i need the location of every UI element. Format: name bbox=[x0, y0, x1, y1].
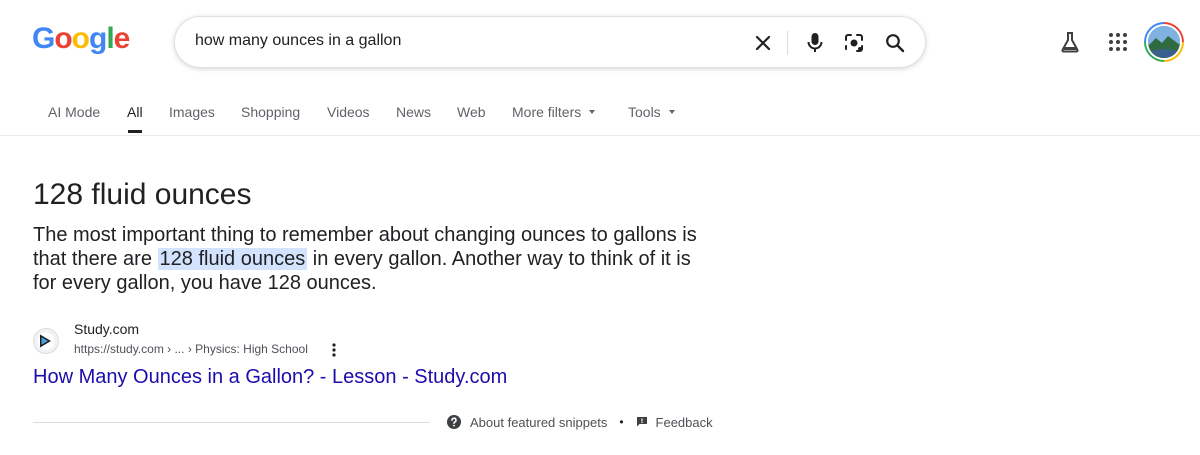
source-breadcrumb-url[interactable]: https://study.com › ... › Physics: High … bbox=[74, 342, 308, 356]
feedback-icon bbox=[636, 417, 647, 427]
logo-letter: l bbox=[106, 22, 114, 55]
google-logo[interactable]: Google bbox=[32, 22, 131, 56]
tab-label: Shopping bbox=[241, 104, 301, 120]
lens-icon[interactable] bbox=[841, 30, 867, 56]
featured-answer: 128 fluid ounces bbox=[33, 178, 252, 211]
tab-label: Web bbox=[457, 104, 486, 120]
tab-label: News bbox=[396, 104, 432, 120]
avatar-image bbox=[1146, 24, 1182, 60]
search-divider bbox=[787, 31, 788, 55]
logo-letter: e bbox=[113, 22, 131, 55]
logo-letter: o bbox=[54, 22, 72, 55]
help-icon bbox=[447, 415, 461, 429]
about-featured-snippets-link[interactable]: About featured snippets bbox=[446, 414, 607, 430]
tab-label: All bbox=[127, 104, 143, 120]
labs-flask-icon[interactable] bbox=[1056, 28, 1084, 56]
more-filters-dropdown[interactable]: More filters bbox=[512, 104, 596, 136]
tab-videos[interactable]: Videos bbox=[327, 104, 370, 136]
search-icon[interactable] bbox=[882, 30, 908, 56]
snippet-highlight: 128 fluid ounces bbox=[157, 248, 308, 270]
tab-web[interactable]: Web bbox=[457, 104, 486, 136]
search-tabs: AI Mode All Images Shopping Videos News … bbox=[0, 104, 1200, 136]
tab-news[interactable]: News bbox=[396, 104, 431, 136]
tab-label: More filters bbox=[512, 104, 582, 120]
tab-images[interactable]: Images bbox=[169, 104, 215, 136]
footer-divider bbox=[33, 422, 430, 423]
result-title-link[interactable]: How Many Ounces in a Gallon? - Lesson - … bbox=[33, 366, 507, 389]
snippet-text: The most important thing to remember abo… bbox=[33, 223, 713, 295]
tab-label: Videos bbox=[327, 104, 370, 120]
feedback-label: Feedback bbox=[655, 414, 713, 430]
search-input[interactable] bbox=[195, 32, 735, 50]
tab-label: Tools bbox=[628, 104, 661, 120]
feedback-link[interactable]: Feedback bbox=[636, 415, 713, 430]
caret-down-icon bbox=[589, 110, 596, 115]
snippet-footer: About featured snippets • Feedback bbox=[446, 413, 713, 431]
logo-letter: G bbox=[32, 22, 55, 55]
source-site-name[interactable]: Study.com bbox=[74, 321, 139, 337]
footer-separator: • bbox=[619, 415, 624, 429]
tab-shopping[interactable]: Shopping bbox=[241, 104, 300, 136]
tab-all[interactable]: All bbox=[127, 104, 143, 136]
about-label: About featured snippets bbox=[470, 414, 608, 430]
logo-letter: o bbox=[71, 22, 90, 55]
tab-label: AI Mode bbox=[48, 104, 101, 120]
study-com-favicon bbox=[33, 328, 59, 354]
clear-icon[interactable] bbox=[750, 30, 776, 56]
search-box bbox=[174, 16, 926, 68]
tab-ai-mode[interactable]: AI Mode bbox=[48, 104, 100, 136]
tools-dropdown[interactable]: Tools bbox=[628, 104, 675, 136]
account-avatar[interactable] bbox=[1144, 22, 1184, 62]
caret-down-icon bbox=[668, 110, 675, 115]
logo-letter: g bbox=[89, 22, 107, 55]
apps-grid-icon[interactable] bbox=[1104, 28, 1132, 56]
microphone-icon[interactable] bbox=[802, 30, 828, 56]
more-options-icon[interactable] bbox=[329, 342, 339, 358]
tab-label: Images bbox=[169, 104, 215, 120]
